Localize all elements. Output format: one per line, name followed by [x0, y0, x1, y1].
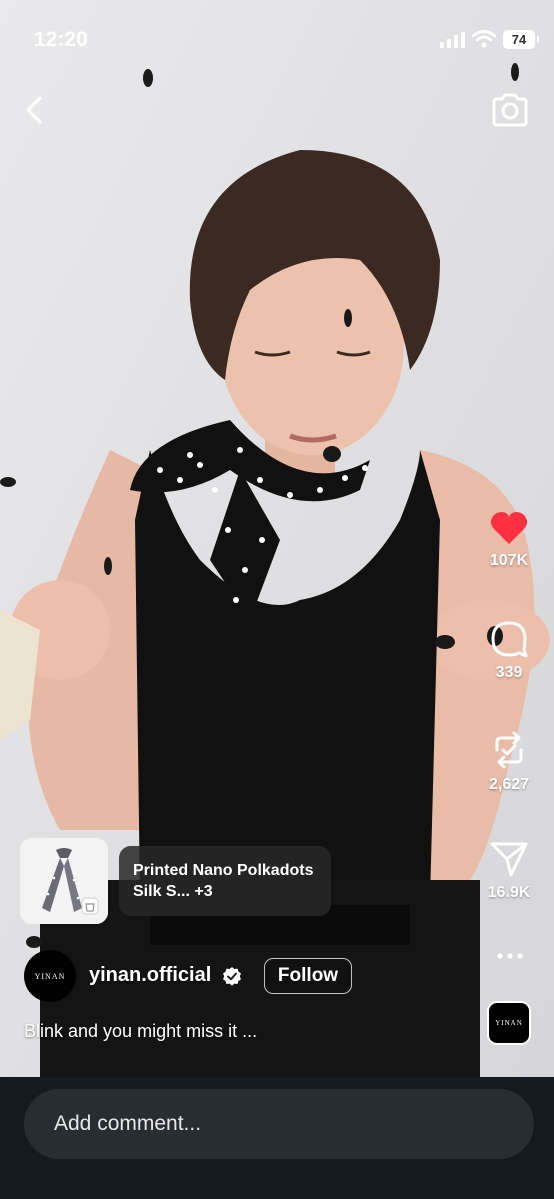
share-action[interactable]: 16.9K [478, 840, 540, 902]
brand-logo-text: YINAN [495, 1019, 523, 1027]
comment-count: 339 [495, 664, 523, 681]
more-horizontal-icon [497, 953, 523, 959]
status-bar: 12:20 74 [0, 0, 554, 80]
heart-filled-icon [490, 512, 528, 544]
audio-thumbnail[interactable]: YINAN [487, 1001, 531, 1045]
camera-icon [492, 93, 528, 127]
battery-indicator: 74 [503, 30, 539, 49]
account-username[interactable]: yinan.official [89, 964, 211, 987]
chevron-left-icon [26, 96, 42, 124]
comment-bubble-icon [491, 621, 528, 658]
product-thumbnail[interactable] [20, 838, 108, 924]
status-time: 12:20 [34, 28, 88, 51]
comment-input[interactable] [24, 1089, 534, 1159]
repost-action[interactable]: 2,627 [478, 730, 540, 794]
comment-action[interactable]: 339 [478, 620, 540, 682]
share-count: 16.9K [487, 884, 531, 901]
repost-count: 2,627 [488, 776, 530, 793]
repost-icon [495, 731, 523, 769]
verified-badge-icon [223, 967, 241, 986]
scarf-product-image [20, 838, 108, 924]
avatar-logo-text: YINAN [34, 971, 66, 981]
wifi-icon [472, 30, 496, 48]
camera-button[interactable] [490, 92, 530, 128]
cellular-signal-icon [440, 32, 465, 48]
account-avatar[interactable]: YINAN [24, 950, 76, 1002]
like-action[interactable]: 107K [478, 510, 540, 570]
product-name: Printed Nano Polkadots Silk S... +3 [133, 862, 314, 900]
like-count: 107K [489, 552, 529, 569]
post-caption[interactable]: Blink and you might miss it ... [24, 1021, 257, 1042]
follow-button[interactable]: Follow [264, 958, 352, 994]
more-options-button[interactable] [494, 948, 526, 964]
back-button[interactable] [20, 92, 52, 128]
send-icon [490, 842, 528, 877]
product-tag-label[interactable]: Printed Nano Polkadots Silk S... +3 [119, 846, 331, 916]
